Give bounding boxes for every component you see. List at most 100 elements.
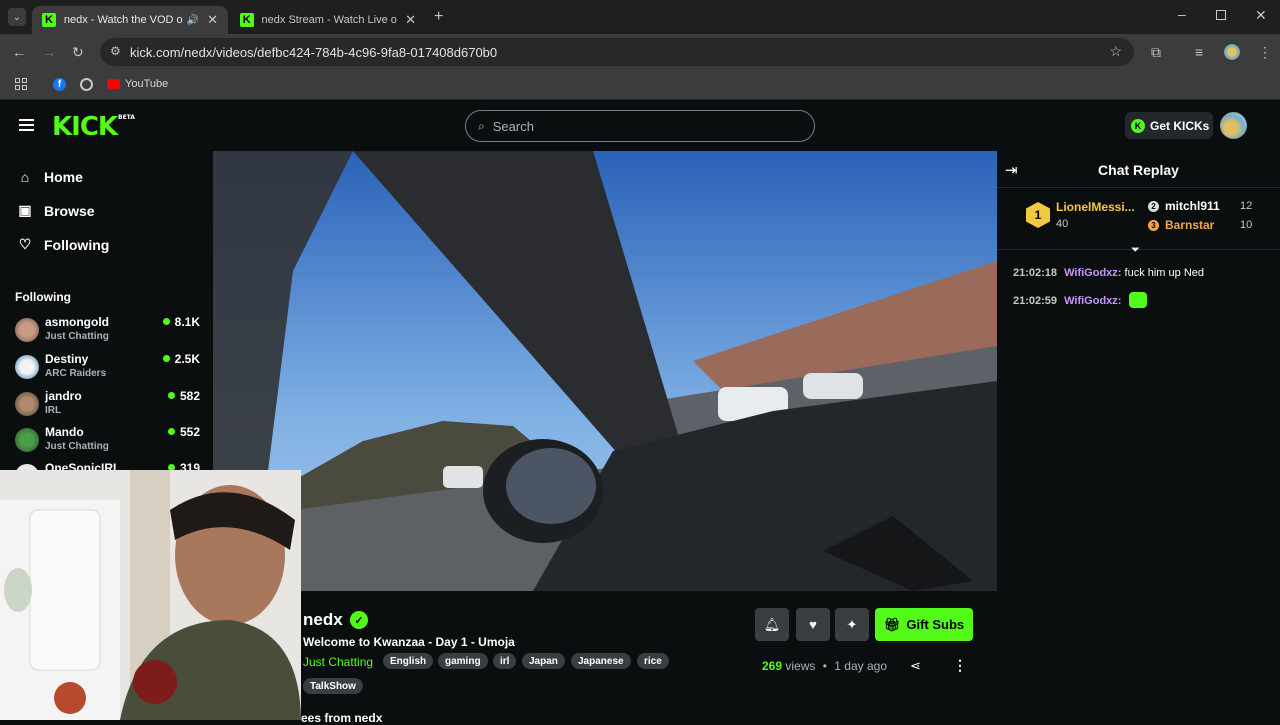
tab-title: nedx - Watch the VOD on Kick (63, 14, 183, 26)
leader-2-name[interactable]: mitchl911 (1165, 199, 1220, 213)
more-options-icon[interactable]: ⋮ (953, 657, 967, 674)
gift-icon: 🎁︎ (883, 616, 901, 632)
facebook-icon[interactable]: f (53, 78, 66, 91)
chat-title: Chat Replay (1098, 162, 1179, 178)
leader-3-name[interactable]: Barnstar (1165, 218, 1214, 232)
streamer-name[interactable]: nedx (303, 610, 343, 630)
viewer-count: 8.1K (163, 315, 200, 329)
browser-menu-icon[interactable]: ⋮ (1258, 44, 1272, 60)
gift-subs-label: Gift Subs (906, 617, 965, 632)
following-heading: Following (15, 290, 71, 304)
logo-text: KICK (52, 112, 118, 142)
search-placeholder: Search (492, 118, 534, 134)
globe-icon[interactable] (80, 78, 93, 91)
gift-subs-button[interactable]: 🎁︎ Gift Subs (875, 608, 973, 641)
sidebar: ⌂ Home ▣ Browse ♡ Following Following as… (0, 150, 213, 488)
channel-name: Destiny (45, 352, 89, 366)
hamburger-menu-icon[interactable] (19, 119, 34, 131)
channel-category: IRL (45, 405, 62, 416)
video-stats: 269 views • 1 day ago (762, 659, 887, 673)
viewer-count: 2.5K (163, 352, 200, 366)
bookmark-star-icon[interactable]: ☆ (1109, 43, 1122, 60)
back-icon[interactable]: ← (12, 44, 26, 60)
browser-toolbar: ← → ↻ ⚙ kick.com/nedx/videos/defbc424-78… (0, 34, 1280, 70)
message-user[interactable]: WifiGodxz: (1064, 267, 1121, 279)
video-player[interactable] (213, 151, 997, 591)
tag-chip[interactable]: Japanese (571, 653, 631, 669)
site-info-icon[interactable]: ⚙ (110, 44, 121, 58)
home-icon: ⌂ (20, 169, 30, 185)
tag-chip[interactable]: gaming (438, 653, 488, 669)
sparkle-icon: ✦ (846, 616, 858, 632)
tab-search-button[interactable]: ⌄ (8, 8, 26, 26)
tag-chip[interactable]: Japan (522, 653, 565, 669)
chat-header: ⇥ Chat Replay (997, 150, 1280, 188)
avatar (15, 355, 39, 379)
bookmarks-bar: f YouTube (0, 70, 1280, 100)
followed-channel[interactable]: Mando Just Chatting 552 (15, 425, 200, 457)
sparkle-button[interactable]: ✦ (835, 608, 869, 641)
browse-icon: ▣ (18, 202, 32, 218)
close-tab-icon[interactable]: ✕ (207, 12, 218, 28)
search-input[interactable]: ⌕ Search (465, 110, 815, 142)
bookmark-youtube[interactable]: YouTube (125, 78, 168, 90)
speaker-icon[interactable]: 🔊 (187, 15, 199, 26)
channel-name: asmongold (45, 315, 110, 329)
new-tab-button[interactable]: + (434, 8, 443, 26)
leader-name[interactable]: LionelMessi... (1056, 200, 1135, 214)
followed-channel[interactable]: jandro IRL 582 (15, 389, 200, 421)
rank-3-badge-icon: 3 (1148, 220, 1159, 231)
sidebar-item-home[interactable]: ⌂ Home (16, 169, 83, 185)
get-kicks-label: Get KICKs (1150, 118, 1210, 133)
channel-name: jandro (45, 389, 82, 403)
rank-1-badge-icon: 1 (1026, 202, 1050, 228)
tag-chip[interactable]: TalkShow (303, 678, 363, 694)
extensions-icon[interactable]: ⧉ (1151, 44, 1161, 60)
minimize-button[interactable]: – (1178, 6, 1186, 22)
category-link[interactable]: Just Chatting (303, 655, 373, 669)
sidebar-item-label: Home (44, 169, 83, 185)
tag-chip[interactable]: irl (493, 653, 517, 669)
media-controls-icon[interactable]: ≡ (1195, 44, 1203, 60)
followed-channel[interactable]: asmongold Just Chatting 8.1K (15, 315, 200, 347)
user-avatar[interactable] (1220, 112, 1247, 139)
forward-icon[interactable]: → (42, 44, 56, 60)
browser-tab[interactable]: K nedx Stream - Watch Live on Kick ✕ (230, 6, 426, 34)
share-icon[interactable]: ⋖ (910, 658, 921, 674)
close-window-button[interactable]: ✕ (1255, 7, 1267, 24)
leader-2-count: 12 (1240, 200, 1253, 212)
apps-grid-icon[interactable] (15, 78, 27, 90)
channel-category: Just Chatting (45, 331, 109, 342)
notifications-button[interactable]: 🔔︎ (755, 608, 789, 641)
close-tab-icon[interactable]: ✕ (405, 12, 416, 28)
video-frame (213, 151, 997, 591)
sidebar-item-following[interactable]: ♡ Following (16, 236, 110, 253)
get-kicks-button[interactable]: K Get KICKs (1125, 112, 1213, 139)
restore-button[interactable] (1216, 10, 1226, 20)
tag-chip[interactable]: English (383, 653, 434, 669)
verified-badge-icon: ✓ (350, 611, 368, 629)
follow-button[interactable]: ♥ (796, 608, 830, 641)
heart-icon: ♡ (18, 236, 32, 252)
reload-icon[interactable]: ↻ (72, 44, 84, 60)
more-videos-heading: ees from nedx (301, 711, 383, 725)
profile-avatar[interactable] (1224, 44, 1240, 60)
views-label: views (785, 659, 816, 673)
message-user[interactable]: WifiGodxz: (1064, 295, 1121, 307)
bell-icon: 🔔︎ (763, 616, 781, 632)
expand-leaderboard-icon[interactable]: ⏷ (1131, 244, 1140, 257)
video-age: 1 day ago (834, 659, 887, 673)
tab-title: nedx Stream - Watch Live on Kick (261, 14, 398, 26)
kick-logo[interactable]: KICK BETA (52, 112, 135, 142)
webcam-overlay (0, 470, 301, 720)
tag-chip[interactable]: rice (637, 653, 669, 669)
followed-channel[interactable]: Destiny ARC Raiders 2.5K (15, 352, 200, 384)
viewer-count: 582 (168, 389, 200, 403)
emote-icon (1128, 292, 1147, 308)
sidebar-item-browse[interactable]: ▣ Browse (16, 202, 94, 219)
address-bar[interactable]: ⚙ kick.com/nedx/videos/defbc424-784b-4c9… (100, 38, 1134, 66)
kick-favicon-icon: K (240, 13, 254, 27)
search-icon: ⌕ (478, 118, 485, 133)
view-count: 269 (762, 659, 783, 673)
browser-tab-active[interactable]: K nedx - Watch the VOD on Kick 🔊 ✕ (32, 6, 228, 34)
